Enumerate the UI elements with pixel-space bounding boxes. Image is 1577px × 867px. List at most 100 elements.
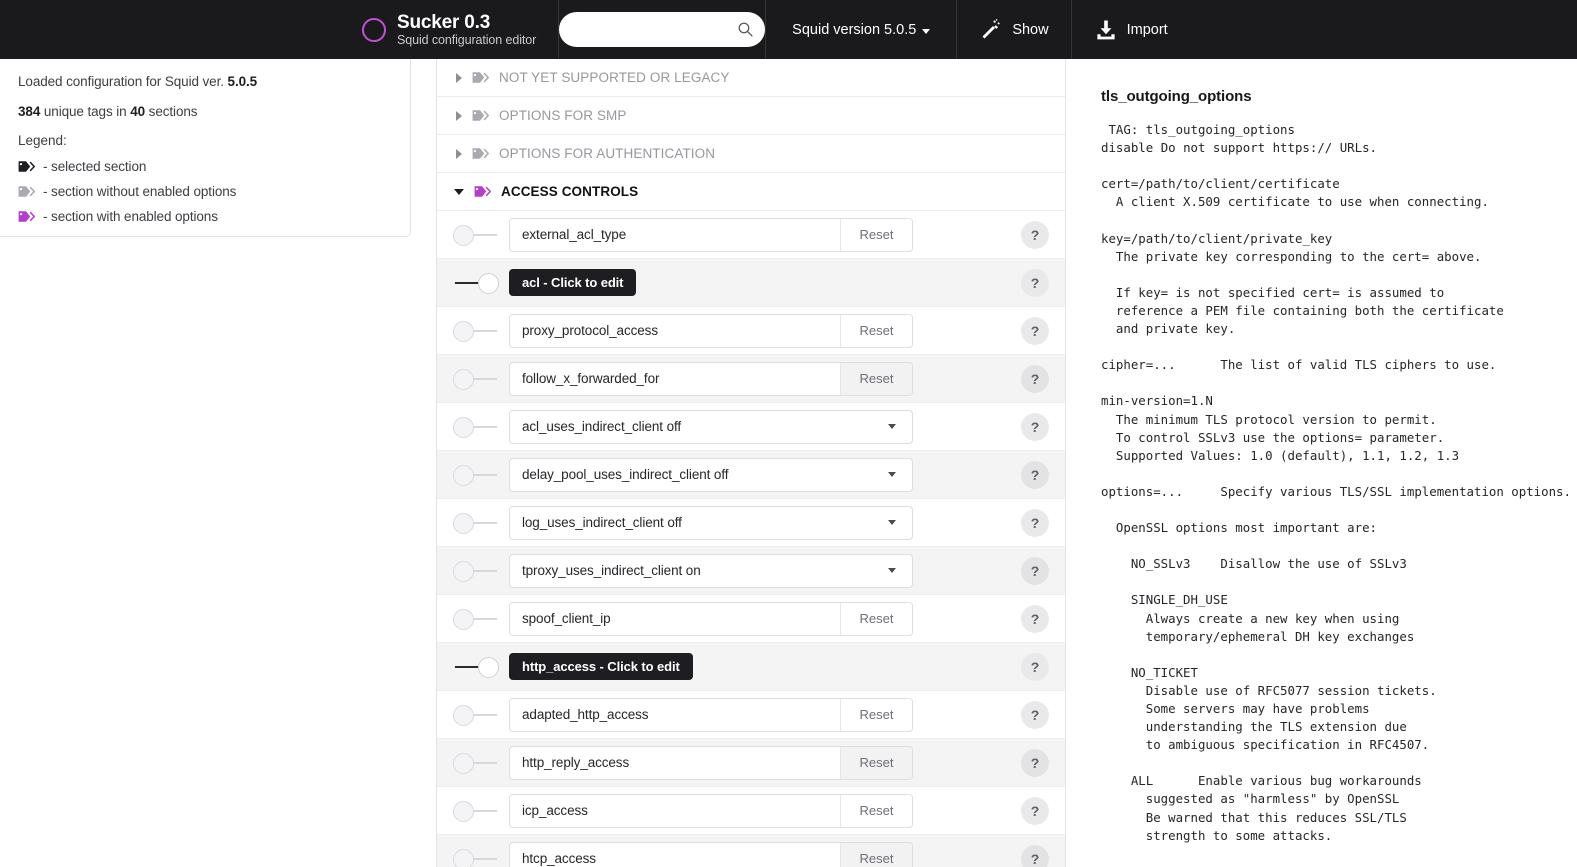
tags-suffix-text: sections bbox=[145, 104, 198, 119]
loaded-config-line: Loaded configuration for Squid ver. 5.0.… bbox=[18, 73, 390, 90]
enable-toggle[interactable] bbox=[453, 559, 509, 583]
enable-toggle[interactable] bbox=[453, 607, 509, 631]
show-button-label: Show bbox=[1012, 21, 1049, 38]
reset-button[interactable]: Reset bbox=[840, 602, 912, 635]
enable-toggle[interactable] bbox=[453, 415, 509, 439]
help-button[interactable]: ? bbox=[1021, 412, 1049, 441]
option-name: adapted_http_access bbox=[522, 707, 649, 722]
section-label: OPTIONS FOR SMP bbox=[499, 108, 627, 123]
tag-icon-purple bbox=[474, 186, 491, 197]
section-header-options-for-smp[interactable]: OPTIONS FOR SMP bbox=[437, 97, 1065, 135]
help-button[interactable]: ? bbox=[1021, 508, 1049, 537]
legend-item-with-options: - section with enabled options bbox=[18, 209, 390, 224]
legend-label-with-options: - section with enabled options bbox=[43, 209, 218, 224]
help-button[interactable]: ? bbox=[1021, 460, 1049, 489]
tag-icon-gray bbox=[472, 110, 489, 121]
section-header-access-controls[interactable]: ACCESS CONTROLS bbox=[437, 173, 1065, 211]
legend-heading: Legend: bbox=[18, 133, 67, 148]
click-to-edit-button[interactable]: http_access - Click to edit bbox=[509, 653, 693, 680]
option-select[interactable]: log_uses_indirect_client off bbox=[509, 505, 913, 540]
option-row: spoof_client_ip Reset ? bbox=[437, 595, 1065, 643]
import-button-label: Import bbox=[1126, 21, 1168, 38]
toolbar-left-spacer bbox=[0, 0, 362, 59]
tags-mid-text: unique tags in bbox=[40, 104, 131, 119]
squid-version-label: Squid version 5.0.5 bbox=[792, 21, 917, 38]
option-row: external_acl_type Reset ? bbox=[437, 211, 1065, 259]
help-button[interactable]: ? bbox=[1021, 700, 1049, 729]
help-button[interactable]: ? bbox=[1021, 604, 1049, 633]
chevron-down-icon bbox=[888, 568, 896, 573]
option-field[interactable]: htcp_access Reset bbox=[509, 841, 913, 867]
enable-toggle[interactable] bbox=[453, 751, 509, 775]
help-button[interactable]: ? bbox=[1021, 268, 1049, 297]
option-select[interactable]: tproxy_uses_indirect_client on bbox=[509, 553, 913, 588]
enable-toggle[interactable] bbox=[453, 703, 509, 727]
reset-button[interactable]: Reset bbox=[840, 314, 912, 347]
option-field[interactable]: adapted_http_access Reset bbox=[509, 697, 913, 732]
section-header-options-for-authentication[interactable]: OPTIONS FOR AUTHENTICATION bbox=[437, 135, 1065, 173]
magic-wand-icon bbox=[982, 18, 1000, 38]
enable-toggle[interactable] bbox=[453, 463, 509, 487]
import-button[interactable]: Import bbox=[1072, 0, 1190, 59]
option-name: http_reply_access bbox=[522, 755, 630, 770]
help-button[interactable]: ? bbox=[1021, 796, 1049, 825]
option-field[interactable]: http_reply_access Reset bbox=[509, 745, 913, 780]
reset-button[interactable]: Reset bbox=[840, 794, 912, 827]
reset-button[interactable]: Reset bbox=[840, 698, 912, 731]
documentation-panel: tls_outgoing_options TAG: tls_outgoing_o… bbox=[1067, 59, 1577, 867]
option-name: external_acl_type bbox=[522, 227, 627, 242]
option-select[interactable]: delay_pool_uses_indirect_client off bbox=[509, 457, 913, 492]
reset-button[interactable]: Reset bbox=[840, 746, 912, 779]
click-to-edit-button[interactable]: acl - Click to edit bbox=[509, 269, 637, 296]
reset-button[interactable]: Reset bbox=[840, 362, 912, 395]
enable-toggle[interactable] bbox=[453, 271, 509, 295]
option-field[interactable]: icp_access Reset bbox=[509, 793, 913, 828]
option-name: spoof_client_ip bbox=[522, 611, 611, 626]
legend-item-selected: - selected section bbox=[18, 159, 390, 174]
chevron-down-icon bbox=[888, 520, 896, 525]
legend-label-selected: - selected section bbox=[43, 159, 147, 174]
section-label: NOT YET SUPPORTED OR LEGACY bbox=[499, 70, 730, 85]
option-row: acl_uses_indirect_client off ? bbox=[437, 403, 1065, 451]
help-button[interactable]: ? bbox=[1021, 220, 1049, 249]
enable-toggle[interactable] bbox=[453, 847, 509, 867]
tag-icon-gray bbox=[472, 72, 489, 83]
enable-toggle[interactable] bbox=[453, 319, 509, 343]
enable-toggle[interactable] bbox=[453, 799, 509, 823]
help-button[interactable]: ? bbox=[1021, 652, 1049, 681]
option-row: log_uses_indirect_client off ? bbox=[437, 499, 1065, 547]
enable-toggle[interactable] bbox=[453, 223, 509, 247]
help-button[interactable]: ? bbox=[1021, 844, 1049, 867]
section-header-not-yet-supported-or-legacy[interactable]: NOT YET SUPPORTED OR LEGACY bbox=[437, 59, 1065, 97]
show-button[interactable]: Show bbox=[957, 0, 1070, 59]
tag-icon-purple bbox=[18, 211, 35, 222]
sections-count: 40 bbox=[130, 104, 146, 119]
option-field[interactable]: spoof_client_ip Reset bbox=[509, 601, 913, 636]
chevron-down-icon bbox=[888, 472, 896, 477]
option-select[interactable]: acl_uses_indirect_client off bbox=[509, 409, 913, 444]
option-field[interactable]: external_acl_type Reset bbox=[509, 217, 913, 252]
help-button[interactable]: ? bbox=[1021, 316, 1049, 345]
chevron-down-icon bbox=[888, 424, 896, 429]
option-row: acl - Click to edit ? bbox=[437, 259, 1065, 307]
tag-count-line: 384 unique tags in 40 sections bbox=[18, 103, 390, 120]
enable-toggle[interactable] bbox=[453, 367, 509, 391]
section-label: ACCESS CONTROLS bbox=[501, 184, 639, 199]
app-subtitle: Squid configuration editor bbox=[397, 32, 537, 47]
option-field[interactable]: proxy_protocol_access Reset bbox=[509, 313, 913, 348]
help-button[interactable]: ? bbox=[1021, 748, 1049, 777]
option-field[interactable]: follow_x_forwarded_for Reset bbox=[509, 361, 913, 396]
import-download-icon bbox=[1096, 20, 1115, 39]
option-name: follow_x_forwarded_for bbox=[522, 371, 660, 386]
reset-button[interactable]: Reset bbox=[840, 218, 912, 251]
search-input[interactable] bbox=[559, 12, 766, 47]
reset-button[interactable]: Reset bbox=[840, 842, 912, 867]
enable-toggle[interactable] bbox=[453, 655, 509, 679]
help-button[interactable]: ? bbox=[1021, 364, 1049, 393]
squid-version-dropdown[interactable]: Squid version 5.0.5 bbox=[766, 0, 956, 59]
option-row: adapted_http_access Reset ? bbox=[437, 691, 1065, 739]
help-button[interactable]: ? bbox=[1021, 556, 1049, 585]
option-name: icp_access bbox=[522, 803, 588, 818]
enable-toggle[interactable] bbox=[453, 511, 509, 535]
doc-title: tls_outgoing_options bbox=[1101, 88, 1252, 105]
